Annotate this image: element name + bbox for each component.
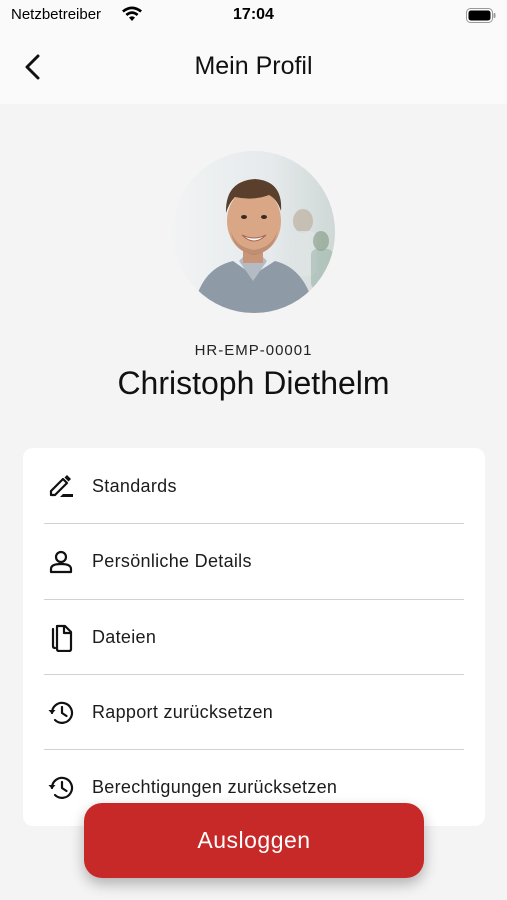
menu-item-label: Berechtigungen zurücksetzen <box>92 777 338 797</box>
menu-item-standards[interactable]: Standards <box>44 449 464 524</box>
history-icon <box>44 771 78 805</box>
history-icon <box>44 696 78 730</box>
menu-item-label: Rapport zurücksetzen <box>92 702 274 722</box>
clock: 17:04 <box>233 6 274 23</box>
files-icon <box>44 621 78 655</box>
status-bar: Netzbetreiber 17:04 <box>0 0 507 32</box>
menu-item-files[interactable]: Dateien <box>44 600 464 675</box>
menu-item-personal-details[interactable]: Persönliche Details <box>44 524 464 599</box>
edit-pen-icon <box>44 470 78 504</box>
person-icon <box>44 545 78 579</box>
employee-name: Christoph Diethelm <box>117 365 390 401</box>
page-title: Mein Profil <box>194 52 313 80</box>
menu-item-label: Dateien <box>92 627 157 647</box>
profile-photo <box>173 151 335 313</box>
menu-item-label: Standards <box>92 476 177 496</box>
menu-item-reset-report[interactable]: Rapport zurücksetzen <box>44 675 464 750</box>
employee-id: HR-EMP-00001 <box>194 342 313 359</box>
menu-item-label: Persönliche Details <box>92 551 252 571</box>
navigation-bar: Mein Profil <box>0 32 507 104</box>
battery-icon <box>466 8 496 28</box>
avatar[interactable] <box>173 151 335 313</box>
logout-button[interactable]: Ausloggen <box>84 803 424 878</box>
profile-menu: Standards Persönliche Details Dateien Ra… <box>23 448 485 826</box>
